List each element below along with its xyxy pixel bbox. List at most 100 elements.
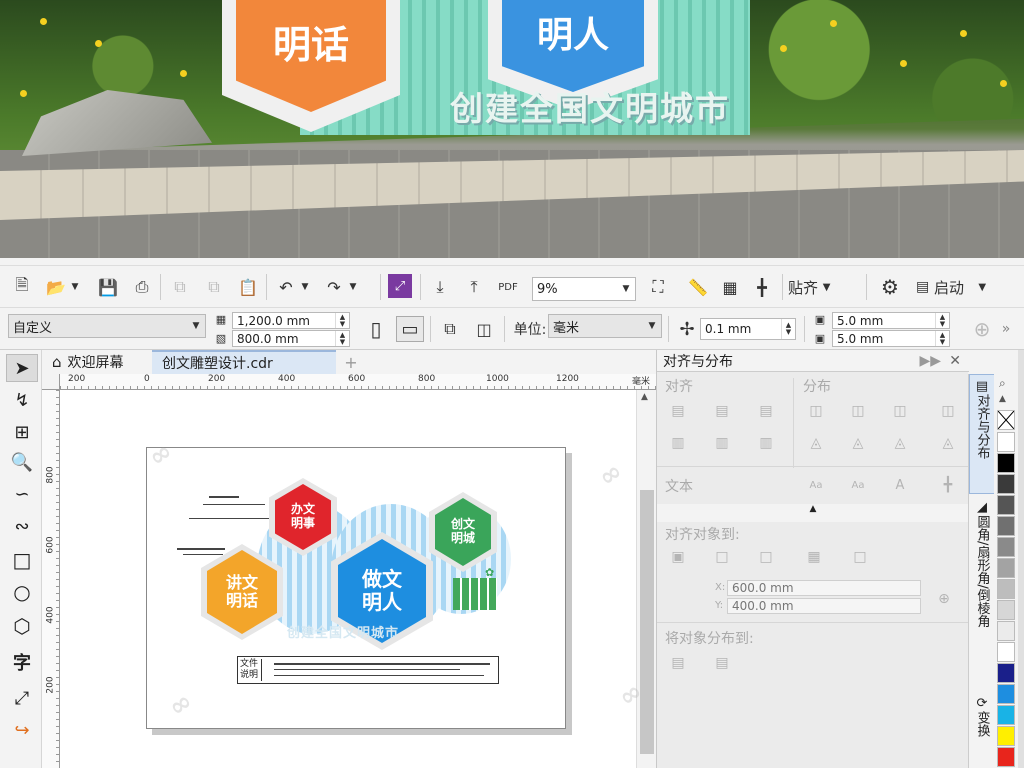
no-color-swatch[interactable] bbox=[997, 410, 1015, 430]
align-to-active-object-icon[interactable]: ▣ bbox=[669, 548, 687, 566]
print-icon[interactable]: ⎙ bbox=[128, 272, 156, 302]
distribute-center-h-icon[interactable]: ◫ bbox=[849, 402, 867, 420]
crop-tool-icon[interactable]: ⊞ bbox=[6, 418, 38, 446]
color-swatch[interactable] bbox=[997, 432, 1015, 452]
color-swatch[interactable] bbox=[997, 684, 1015, 704]
spin-arrows[interactable]: ▲ ▼ bbox=[935, 313, 949, 328]
pick-tool-icon[interactable]: ➤ bbox=[6, 354, 38, 382]
current-page-icon[interactable]: ◫ bbox=[470, 314, 498, 344]
align-x-input[interactable]: 600.0 mm bbox=[727, 580, 921, 596]
outline-icon[interactable]: ╋ bbox=[939, 476, 957, 494]
spin-arrows[interactable]: ▲ ▼ bbox=[335, 313, 349, 328]
color-swatch[interactable] bbox=[997, 663, 1015, 683]
color-swatch[interactable] bbox=[997, 558, 1015, 578]
color-swatch[interactable] bbox=[997, 495, 1015, 515]
tab-welcome-screen[interactable]: ⌂ 欢迎屏幕 bbox=[42, 350, 148, 374]
color-swatch[interactable] bbox=[997, 621, 1015, 641]
align-center-v-icon[interactable]: ▥ bbox=[713, 434, 731, 452]
page-size-dropdown[interactable]: 自定义 ▼ bbox=[8, 314, 206, 338]
new-document-icon[interactable]: 🗎 bbox=[8, 272, 36, 302]
collapse-section-icon[interactable]: ▲ bbox=[657, 504, 969, 522]
align-top-icon[interactable]: ▥ bbox=[669, 434, 687, 452]
ellipse-tool-icon[interactable]: ○ bbox=[6, 578, 38, 606]
export-icon[interactable]: ⤒ bbox=[460, 272, 488, 302]
distribute-to-selection-icon[interactable]: ▤ bbox=[669, 654, 687, 672]
text-last-baseline-icon[interactable]: Aa bbox=[849, 476, 867, 494]
color-swatch[interactable] bbox=[997, 474, 1015, 494]
freehand-tool-icon[interactable]: ∽ bbox=[6, 480, 38, 508]
align-to-page-center-icon[interactable]: □ bbox=[757, 548, 775, 566]
color-swatch[interactable] bbox=[997, 453, 1015, 473]
spin-arrows[interactable]: ▲ ▼ bbox=[781, 319, 795, 339]
vtab-fillet[interactable]: ◢ 圆角/扇形角/倒棱角 bbox=[969, 496, 995, 686]
distribute-right-icon[interactable]: ◫ bbox=[891, 402, 909, 420]
vertical-ruler[interactable]: 800 600 400 200 bbox=[42, 390, 60, 768]
spin-arrows[interactable]: ▲ ▼ bbox=[335, 331, 349, 346]
document-page[interactable]: 办文 明事 创文 明城 讲文 明话 做文 明人 ✿ 创建全国文明城市 文件 说明 bbox=[146, 447, 566, 729]
guidelines-icon[interactable]: ╋ bbox=[748, 272, 776, 302]
paste-icon[interactable]: 📋 bbox=[234, 272, 262, 302]
undo-icon[interactable]: ↶ bbox=[272, 272, 300, 302]
scrollbar-thumb[interactable] bbox=[640, 490, 654, 754]
tab-document[interactable]: 创文雕塑设计.cdr bbox=[152, 350, 336, 374]
all-pages-icon[interactable]: ⧉ bbox=[436, 314, 464, 344]
add-preset-icon[interactable]: ⊕ bbox=[968, 314, 996, 344]
align-center-h-icon[interactable]: ▤ bbox=[713, 402, 731, 420]
artistic-media-icon[interactable]: ∾ bbox=[6, 512, 38, 540]
open-folder-icon[interactable]: 📂 bbox=[42, 272, 70, 302]
horizontal-ruler[interactable]: 200 0 200 400 600 800 1000 1200 毫米 bbox=[60, 374, 656, 390]
align-bottom-icon[interactable]: ▥ bbox=[757, 434, 775, 452]
target-point-icon[interactable]: ⊕ bbox=[935, 590, 953, 608]
import-icon[interactable]: ⤓ bbox=[426, 272, 454, 302]
shape-tool-icon[interactable]: ↯ bbox=[6, 386, 38, 414]
distribute-top-icon[interactable]: ◬ bbox=[807, 434, 825, 452]
landscape-icon[interactable]: ▭ bbox=[396, 316, 424, 342]
color-swatch[interactable] bbox=[997, 747, 1015, 767]
page-height-input[interactable]: 800.0 mm ▲ ▼ bbox=[232, 330, 350, 347]
gear-icon[interactable]: ⚙ bbox=[876, 272, 904, 302]
distribute-spacing-v-icon[interactable]: ◬ bbox=[939, 434, 957, 452]
undo-dropdown-arrow[interactable]: ▼ bbox=[298, 272, 312, 302]
color-swatch[interactable] bbox=[997, 537, 1015, 557]
color-swatch[interactable] bbox=[997, 516, 1015, 536]
align-to-grid-icon[interactable]: ▦ bbox=[805, 548, 823, 566]
scroll-up-icon[interactable]: ▲ bbox=[999, 394, 1006, 404]
rectangle-tool-icon[interactable]: □ bbox=[6, 546, 38, 574]
parallel-dimension-icon[interactable]: ⤢ bbox=[6, 684, 38, 712]
duplicate-distance-x-input[interactable]: 5.0 mm ▲ ▼ bbox=[832, 312, 950, 329]
text-bounding-box-icon[interactable]: A bbox=[891, 476, 909, 494]
more-options-icon[interactable]: » bbox=[996, 314, 1016, 344]
align-to-page-edge-icon[interactable]: □ bbox=[713, 548, 731, 566]
redo-dropdown-arrow[interactable]: ▼ bbox=[346, 272, 360, 302]
distribute-to-page-icon[interactable]: ▤ bbox=[713, 654, 731, 672]
portrait-icon[interactable]: ▯ bbox=[364, 314, 388, 344]
cut-icon[interactable]: ⧉ bbox=[166, 272, 194, 302]
units-dropdown[interactable]: 毫米 ▼ bbox=[548, 314, 662, 338]
add-tab-button[interactable]: + bbox=[340, 350, 362, 374]
color-swatch[interactable] bbox=[997, 600, 1015, 620]
full-screen-icon[interactable]: ⛶ bbox=[644, 272, 672, 302]
distribute-spacing-h-icon[interactable]: ◫ bbox=[939, 402, 957, 420]
grid-icon[interactable]: ▦ bbox=[716, 272, 744, 302]
snap-to-dropdown[interactable]: 贴齐 ▼ bbox=[788, 272, 858, 302]
distribute-left-icon[interactable]: ◫ bbox=[807, 402, 825, 420]
save-icon[interactable]: 💾 bbox=[94, 272, 122, 302]
color-swatch[interactable] bbox=[997, 726, 1015, 746]
align-left-icon[interactable]: ▤ bbox=[669, 402, 687, 420]
text-first-baseline-icon[interactable]: Aa bbox=[807, 476, 825, 494]
redo-icon[interactable]: ↷ bbox=[320, 272, 348, 302]
distribute-bottom-icon[interactable]: ◬ bbox=[891, 434, 909, 452]
ruler-origin[interactable] bbox=[42, 374, 60, 390]
nudge-distance-input[interactable]: 0.1 mm ▲ ▼ bbox=[700, 318, 796, 340]
duplicate-distance-y-input[interactable]: 5.0 mm ▲ ▼ bbox=[832, 330, 950, 347]
corel-connect-icon[interactable]: ⤢ bbox=[388, 274, 412, 298]
zoom-tool-icon[interactable]: 🔍 bbox=[6, 448, 38, 476]
launch-dropdown[interactable]: ▤ 启动 ▼ bbox=[916, 272, 1016, 302]
align-to-point-icon[interactable]: □ bbox=[851, 548, 869, 566]
publish-pdf-icon[interactable]: PDF bbox=[494, 272, 522, 302]
scroll-up-icon[interactable]: ▲ bbox=[641, 392, 648, 402]
page-width-input[interactable]: 1,200.0 mm ▲ ▼ bbox=[232, 312, 350, 329]
eyedropper-icon[interactable]: ⌕ bbox=[999, 376, 1006, 391]
rulers-icon[interactable]: 📏 bbox=[684, 272, 712, 302]
vtab-transform[interactable]: ⟳ 变换 bbox=[969, 692, 995, 768]
